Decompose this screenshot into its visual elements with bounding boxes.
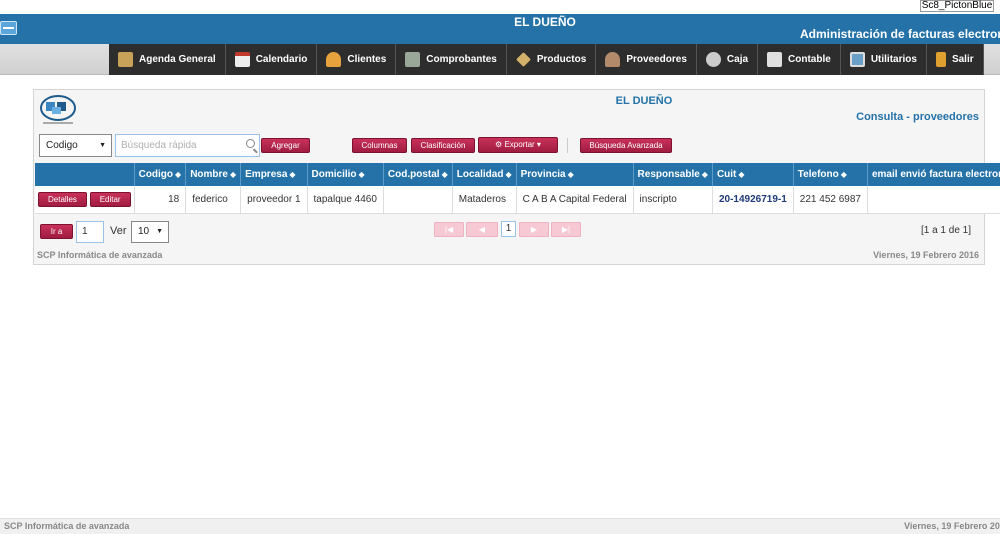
users-icon [326, 52, 342, 67]
cell-email [867, 186, 1000, 214]
pencil-icon [515, 52, 531, 67]
app-subtitle: Administración de facturas electronicas [800, 27, 1000, 41]
menu-item-agenda-general[interactable]: Agenda General [109, 44, 226, 75]
search-field-select[interactable]: Codigo ▼ [39, 134, 112, 157]
footer-company: SCP Informática de avanzada [4, 521, 130, 531]
goto-page-button[interactable]: Ir a [40, 224, 73, 239]
person-icon [605, 52, 621, 67]
sort-icon: ◆ [738, 170, 745, 179]
column-header-cuit[interactable]: Cuit ◆ [712, 163, 794, 186]
register-icon [767, 52, 783, 67]
agenda-icon [118, 52, 133, 67]
sort-icon: ◆ [567, 170, 574, 179]
cell-nombre: federico [185, 186, 242, 214]
column-header-localidad[interactable]: Localidad ◆ [452, 163, 517, 186]
door-icon [935, 52, 946, 67]
cell-responsable: inscripto [633, 186, 713, 214]
details-button[interactable]: Detalles [38, 191, 87, 207]
first-page-button[interactable]: |◀ [434, 222, 464, 237]
cell-domicilio: tapalque 4460 [307, 186, 384, 214]
providers-panel: EL DUEÑO Consulta - proveedores Codigo ▼… [33, 89, 1000, 265]
quick-search-input[interactable]: Búsqueda rápida [115, 134, 260, 157]
sort-icon: ◆ [229, 170, 237, 179]
prev-page-button[interactable]: ◀ [466, 222, 498, 237]
menu-item-calendario[interactable]: Calendario [226, 44, 318, 75]
row-actions: Detalles Editar [35, 186, 135, 214]
theme-label: Sc8_PictonBlue [920, 0, 994, 12]
sort-icon: ◆ [505, 170, 512, 179]
column-header-telefono[interactable]: Telefono ◆ [793, 163, 868, 186]
menu-item-productos[interactable]: Productos [507, 44, 597, 75]
last-page-button[interactable]: ▶| [551, 222, 581, 237]
cell-cod-postal [383, 186, 453, 214]
page-footer: SCP Informática de avanzada Viernes, 19 … [0, 518, 1000, 534]
sort-icon: ◆ [175, 170, 182, 179]
current-page-indicator[interactable]: 1 [501, 221, 516, 237]
sort-icon: ◆ [289, 170, 296, 179]
table-header-row: Codigo ◆ Nombre ◆ Empresa ◆ Domicilio ◆ Cod.… [35, 163, 1000, 186]
sort-icon: ◆ [840, 170, 847, 179]
sort-button[interactable]: Clasificación [411, 138, 475, 153]
prev-page-icon: ◀ [478, 225, 486, 234]
printer-icon [405, 52, 421, 67]
columns-button[interactable]: Columnas [352, 138, 407, 153]
column-header-empresa[interactable]: Empresa ◆ [240, 163, 308, 186]
column-header-provincia[interactable]: Provincia ◆ [516, 163, 634, 186]
menu-item-caja[interactable]: Caja [697, 44, 759, 75]
edit-button[interactable]: Editar [89, 191, 131, 207]
records-summary: [1 a 1 de 1] [920, 225, 971, 236]
cell-empresa: proveedor 1 [240, 186, 308, 214]
column-header-nombre[interactable]: Nombre ◆ [185, 163, 242, 186]
column-header-actions [35, 163, 135, 186]
main-menubar: Agenda General Calendario Clientes Compr… [0, 44, 1000, 75]
export-button[interactable]: ⚙ Exportar ▾ [478, 137, 558, 153]
chevron-down-icon: ▾ [536, 140, 541, 149]
table-row: Detalles Editar 18 federico proveedor 1 … [35, 186, 1000, 214]
chevron-down-icon: ▼ [99, 142, 106, 149]
search-icon[interactable] [246, 139, 255, 148]
sort-icon: ◆ [441, 170, 448, 179]
first-page-icon: |◀ [444, 225, 454, 234]
goto-page-input[interactable]: 1 [76, 221, 104, 243]
menu-item-clientes[interactable]: Clientes [317, 44, 397, 75]
cell-telefono: 221 452 6987 [793, 186, 868, 214]
panel-footer-date: Viernes, 19 Febrero 2016 [873, 250, 979, 260]
view-label: Ver [110, 225, 127, 237]
column-header-cod-postal[interactable]: Cod.postal ◆ [383, 163, 453, 186]
page-size-select[interactable]: 10 ▼ [131, 221, 169, 243]
last-page-icon: ▶| [561, 225, 571, 234]
calendar-icon [234, 52, 250, 67]
sort-icon: ◆ [358, 170, 365, 179]
sort-icon: ◆ [701, 170, 708, 179]
top-header: EL DUEÑO Administración de facturas elec… [0, 14, 1000, 44]
column-header-domicilio[interactable]: Domicilio ◆ [307, 163, 384, 186]
cell-localidad: Mataderos [452, 186, 517, 214]
column-header-codigo[interactable]: Codigo ◆ [134, 163, 187, 186]
providers-table: Codigo ◆ Nombre ◆ Empresa ◆ Domicilio ◆ Cod.… [35, 163, 1000, 214]
coin-icon [705, 52, 721, 67]
menu-item-contable[interactable]: Contable [758, 44, 841, 75]
advanced-search-button[interactable]: Búsqueda Avanzada [580, 138, 672, 153]
menu-item-comprobantes[interactable]: Comprobantes [396, 44, 507, 75]
panel-title: EL DUEÑO [615, 95, 673, 107]
column-header-email[interactable]: email envió factura electronica◆ [867, 163, 1000, 186]
main-menu: Agenda General Calendario Clientes Compr… [109, 44, 984, 75]
next-page-icon: ▶ [530, 225, 538, 234]
menu-item-proveedores[interactable]: Proveedores [596, 44, 697, 75]
menu-item-utilitarios[interactable]: Utilitarios [841, 44, 927, 75]
footer-date: Viernes, 19 Febrero 2016 [904, 521, 1000, 531]
cell-codigo: 18 [134, 186, 187, 214]
next-page-button[interactable]: ▶ [519, 222, 549, 237]
menu-item-salir[interactable]: Salir [927, 44, 984, 75]
panel-subtitle: Consulta - proveedores [856, 111, 979, 123]
panel-footer-company: SCP Informática de avanzada [37, 250, 163, 260]
add-button[interactable]: Agregar [261, 138, 310, 153]
column-header-responsable[interactable]: Responsable ◆ [633, 163, 713, 186]
tools-icon [849, 52, 865, 67]
chevron-down-icon: ▼ [156, 228, 163, 235]
cell-cuit-link[interactable]: 20-14926719-1 [712, 186, 794, 214]
toolbar-separator [567, 138, 568, 153]
cell-provincia: C A B A Capital Federal [516, 186, 634, 214]
gear-icon: ⚙ [495, 140, 503, 149]
